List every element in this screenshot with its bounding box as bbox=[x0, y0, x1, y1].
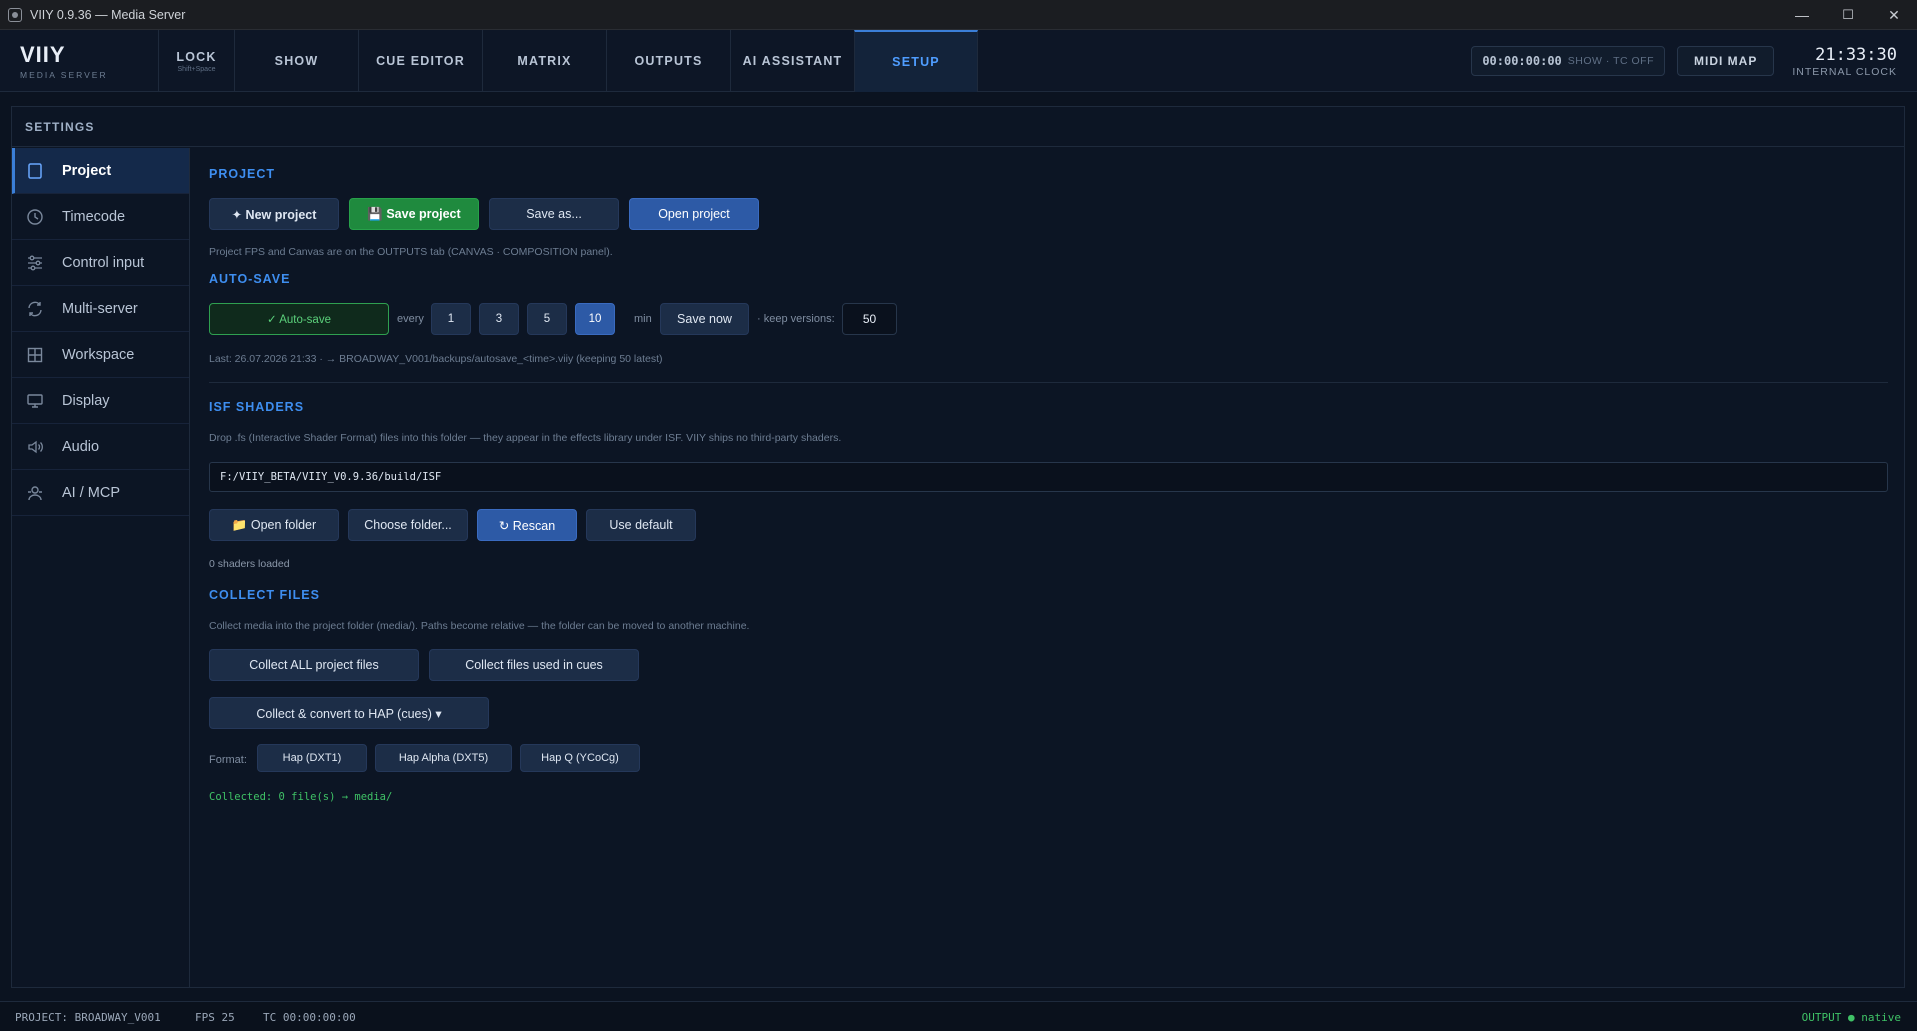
project-note: Project FPS and Canvas are on the OUTPUT… bbox=[209, 246, 613, 258]
isf-note: Drop .fs (Interactive Shader Format) fil… bbox=[209, 432, 842, 444]
top-right-controls: 00:00:00:00 SHOW · TC OFF MIDI MAP 21:33… bbox=[1471, 30, 1897, 92]
autosave-every-label: every bbox=[397, 313, 424, 325]
rescan-button[interactable]: ↻ Rescan bbox=[477, 509, 577, 541]
autosave-unit-label: min bbox=[634, 313, 652, 325]
top-navigation: VIIY MEDIA SERVER LOCK Shift+Space SHOW … bbox=[0, 30, 1917, 92]
close-button[interactable]: ✕ bbox=[1871, 0, 1917, 30]
sidebar-item-label: AI / MCP bbox=[62, 484, 121, 501]
interval-1-button[interactable]: 1 bbox=[431, 303, 471, 335]
section-divider bbox=[209, 382, 1888, 383]
shader-count-status: 0 shaders loaded bbox=[209, 558, 290, 570]
autosave-last-info: Last: 26.07.2026 21:33 · → BROADWAY_V001… bbox=[209, 353, 663, 365]
sidebar-item-display[interactable]: Display bbox=[12, 378, 189, 424]
sidebar-item-label: Project bbox=[62, 162, 112, 179]
convert-hap-dropdown[interactable]: Collect & convert to HAP (cues) ▾ bbox=[209, 697, 489, 729]
format-hap-q-button[interactable]: Hap Q (YCoCg) bbox=[520, 744, 640, 772]
maximize-button[interactable]: ☐ bbox=[1825, 0, 1871, 30]
timecode-mode: SHOW · TC OFF bbox=[1567, 55, 1655, 67]
sidebar-item-project[interactable]: Project bbox=[12, 148, 189, 194]
lock-shortcut: Shift+Space bbox=[177, 65, 216, 73]
settings-title: SETTINGS bbox=[12, 107, 1904, 147]
sidebar-item-label: Workspace bbox=[62, 346, 135, 363]
save-now-button[interactable]: Save now bbox=[660, 303, 749, 335]
clock-time: 21:33:30 bbox=[1815, 44, 1897, 65]
clock-icon bbox=[25, 207, 45, 227]
monitor-icon bbox=[25, 391, 45, 411]
sync-icon bbox=[25, 299, 45, 319]
speaker-icon bbox=[25, 437, 45, 457]
autosave-section-title: AUTO-SAVE bbox=[209, 272, 291, 286]
lock-button[interactable]: LOCK Shift+Space bbox=[158, 30, 234, 92]
sidebar-item-label: Audio bbox=[62, 438, 100, 455]
sidebar-item-label: Display bbox=[62, 392, 110, 409]
sidebar-item-label: Multi-server bbox=[62, 300, 138, 317]
minimize-button[interactable]: — bbox=[1779, 0, 1825, 30]
sidebar-item-timecode[interactable]: Timecode bbox=[12, 194, 189, 240]
project-icon bbox=[25, 161, 45, 181]
sliders-icon bbox=[25, 253, 45, 273]
tab-ai-assistant[interactable]: AI ASSISTANT bbox=[730, 30, 854, 92]
save-as-button[interactable]: Save as... bbox=[489, 198, 619, 230]
lock-label: LOCK bbox=[176, 49, 217, 64]
settings-panel: SETTINGS Project Timecode Control input … bbox=[11, 106, 1905, 988]
format-hap-dxt1-button[interactable]: Hap (DXT1) bbox=[257, 744, 367, 772]
isf-path-field[interactable]: F:/VIIY_BETA/VIIY_V0.9.36/build/ISF bbox=[209, 462, 1888, 492]
collect-cues-button[interactable]: Collect files used in cues bbox=[429, 649, 639, 681]
status-output: OUTPUT ● native bbox=[1801, 1011, 1901, 1024]
tab-show[interactable]: SHOW bbox=[234, 30, 358, 92]
use-default-button[interactable]: Use default bbox=[586, 509, 696, 541]
status-fps: FPS 25 bbox=[195, 1011, 235, 1024]
sidebar-item-workspace[interactable]: Workspace bbox=[12, 332, 189, 378]
interval-5-button[interactable]: 5 bbox=[527, 303, 567, 335]
format-hap-alpha-button[interactable]: Hap Alpha (DXT5) bbox=[375, 744, 512, 772]
open-folder-button[interactable]: 📁 Open folder bbox=[209, 509, 339, 541]
tab-outputs[interactable]: OUTPUTS bbox=[606, 30, 730, 92]
sidebar-item-label: Timecode bbox=[62, 208, 126, 225]
status-bar: PROJECT: BROADWAY_V001 FPS 25 TC 00:00:0… bbox=[0, 1001, 1917, 1031]
settings-sidebar: Project Timecode Control input Multi-ser… bbox=[12, 148, 190, 987]
timecode-display[interactable]: 00:00:00:00 SHOW · TC OFF bbox=[1471, 46, 1666, 76]
brand-name: VIIY bbox=[20, 42, 66, 67]
midi-map-button[interactable]: MIDI MAP bbox=[1677, 46, 1775, 76]
window-titlebar: VIIY 0.9.36 — Media Server — ☐ ✕ bbox=[0, 0, 1917, 30]
isf-section-title: ISF SHADERS bbox=[209, 400, 305, 414]
clock-source: INTERNAL CLOCK bbox=[1792, 65, 1897, 78]
status-timecode: TC 00:00:00:00 bbox=[263, 1011, 356, 1024]
tab-matrix[interactable]: MATRIX bbox=[482, 30, 606, 92]
interval-10-button[interactable]: 10 bbox=[575, 303, 615, 335]
keep-versions-label: · keep versions: bbox=[757, 313, 835, 325]
app-icon bbox=[8, 7, 22, 22]
sidebar-item-audio[interactable]: Audio bbox=[12, 424, 189, 470]
tab-cue-editor[interactable]: CUE EDITOR bbox=[358, 30, 482, 92]
collect-note: Collect media into the project folder (m… bbox=[209, 620, 750, 632]
sidebar-item-label: Control input bbox=[62, 254, 145, 271]
robot-icon bbox=[25, 483, 45, 503]
clock: 21:33:30 INTERNAL CLOCK bbox=[1792, 45, 1897, 78]
project-section-title: PROJECT bbox=[209, 167, 276, 181]
sidebar-item-multi-server[interactable]: Multi-server bbox=[12, 286, 189, 332]
keep-versions-input[interactable]: 50 bbox=[842, 303, 897, 335]
brand-subtitle: MEDIA SERVER bbox=[20, 70, 108, 80]
window-title: VIIY 0.9.36 — Media Server bbox=[30, 7, 186, 22]
grid-icon bbox=[25, 345, 45, 365]
format-label: Format: bbox=[209, 754, 247, 766]
main-tabs: LOCK Shift+Space SHOW CUE EDITOR MATRIX … bbox=[158, 30, 978, 92]
collect-all-button[interactable]: Collect ALL project files bbox=[209, 649, 419, 681]
settings-content: PROJECT ✦ New project 💾 Save project Sav… bbox=[209, 148, 1888, 987]
interval-3-button[interactable]: 3 bbox=[479, 303, 519, 335]
brand-logo: VIIY MEDIA SERVER bbox=[20, 42, 108, 80]
tab-setup[interactable]: SETUP bbox=[854, 30, 978, 92]
collect-status: Collected: 0 file(s) → media/ bbox=[209, 791, 393, 803]
status-project: PROJECT: BROADWAY_V001 bbox=[15, 1011, 161, 1024]
open-project-button[interactable]: Open project bbox=[629, 198, 759, 230]
sidebar-item-ai-mcp[interactable]: AI / MCP bbox=[12, 470, 189, 516]
new-project-button[interactable]: ✦ New project bbox=[209, 198, 339, 230]
window-controls: — ☐ ✕ bbox=[1779, 0, 1917, 30]
save-project-button[interactable]: 💾 Save project bbox=[349, 198, 479, 230]
collect-section-title: COLLECT FILES bbox=[209, 588, 320, 602]
autosave-toggle[interactable]: ✓ Auto-save bbox=[209, 303, 389, 335]
choose-folder-button[interactable]: Choose folder... bbox=[348, 509, 468, 541]
timecode-value: 00:00:00:00 bbox=[1482, 54, 1562, 68]
sidebar-item-control-input[interactable]: Control input bbox=[12, 240, 189, 286]
